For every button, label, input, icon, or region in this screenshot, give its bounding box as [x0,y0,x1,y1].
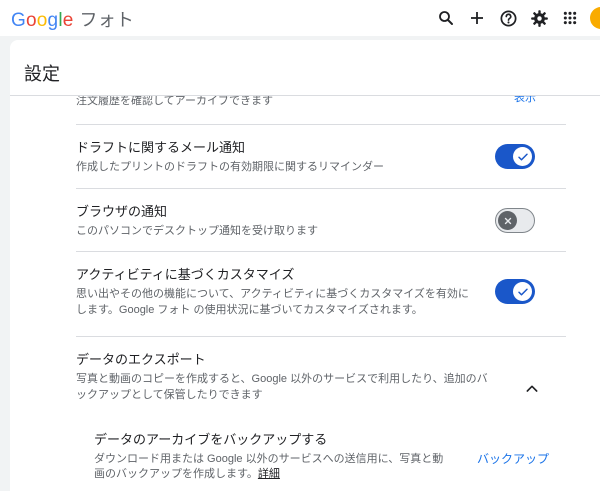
add-icon[interactable] [466,7,488,29]
logo-letter: g [47,10,59,31]
order-history-row: 注文履歴を確認してアーカイブできます 表示 [76,96,566,123]
draft-email-toggle[interactable] [495,144,535,169]
row-title: データのアーカイブをバックアップする [94,432,328,447]
app-name: フォト [79,10,135,30]
data-export-section[interactable]: データのエクスポート 写真と動画のコピーを作成すると、Google 以外のサービ… [76,351,566,411]
row-title: ブラウザの通知 [76,204,168,219]
account-avatar[interactable] [590,7,600,29]
chevron-up-icon[interactable] [524,381,540,397]
check-icon [517,288,528,295]
logo-letter: e [62,10,74,31]
divider [76,188,566,189]
settings-row-draft-email: ドラフトに関するメール通知 作成したプリントのドラフトの有効期限に関するリマイン… [76,139,566,179]
details-link[interactable]: 詳細 [258,468,280,480]
view-link[interactable]: 表示 [514,96,536,105]
settings-list: 注文履歴を確認してアーカイブできます 表示 ドラフトに関するメール通知 作成した… [76,96,566,491]
settings-panel: 設定 注文履歴を確認してアーカイブできます 表示 ドラフトに関するメール通知 作… [10,40,600,491]
row-text: アクティビティに基づくカスタマイズ 思い出やその他の機能について、アクティビティ… [76,266,476,318]
header-actions [426,7,600,29]
toggle-knob [513,282,532,301]
row-title: データのエクスポート [76,352,206,367]
close-icon [504,217,511,224]
row-description: 思い出やその他の機能について、アクティビティに基づくカスタマイズを有効にします。… [76,288,469,316]
logo-letter: G [11,10,26,31]
toggle-knob [513,147,532,166]
divider [76,124,566,125]
row-title: アクティビティに基づくカスタマイズ [76,267,295,282]
backup-button[interactable]: バックアップ [477,450,549,467]
row-text: データのアーカイブをバックアップする ダウンロード用または Google 以外の… [94,431,464,482]
row-text: データのエクスポート 写真と動画のコピーを作成すると、Google 以外のサービ… [76,351,496,403]
row-description: ダウンロード用または Google 以外のサービスへの送信用に、写真と動画のバッ… [94,452,454,482]
settings-icon[interactable] [528,7,550,29]
row-text: ドラフトに関するメール通知 作成したプリントのドラフトの有効期限に関するリマイン… [76,139,476,175]
divider [76,336,566,337]
logo-letter: o [25,10,37,31]
check-icon [517,153,528,160]
row-description: 写真と動画のコピーを作成すると、Google 以外のサービスで利用したり、追加の… [76,373,488,401]
logo-letter: o [36,10,48,31]
google-photos-logo[interactable]: Google フォト [11,6,134,31]
backup-archive-item: データのアーカイブをバックアップする ダウンロード用または Google 以外の… [94,431,566,491]
settings-row-activity-personalization: アクティビティに基づくカスタマイズ 思い出やその他の機能について、アクティビティ… [76,266,566,326]
settings-row-browser-notifications: ブラウザの通知 このパソコンでデスクトップ通知を受け取ります [76,203,566,243]
row-description: 注文履歴を確認してアーカイブできます [76,96,274,107]
row-description: 作成したプリントのドラフトの有効期限に関するリマインダー [76,161,384,173]
page-title: 設定 [24,64,60,84]
search-icon[interactable] [435,7,457,29]
activity-personalization-toggle[interactable] [495,279,535,304]
browser-notifications-toggle[interactable] [495,208,535,233]
row-title: ドラフトに関するメール通知 [76,140,246,155]
row-description: このパソコンでデスクトップ通知を受け取ります [76,225,318,237]
help-icon[interactable] [497,7,519,29]
toggle-knob [498,211,517,230]
row-text: ブラウザの通知 このパソコンでデスクトップ通知を受け取ります [76,203,476,239]
top-app-bar: Google フォト [0,0,600,36]
apps-grid-icon[interactable] [559,7,581,29]
divider [76,251,566,252]
